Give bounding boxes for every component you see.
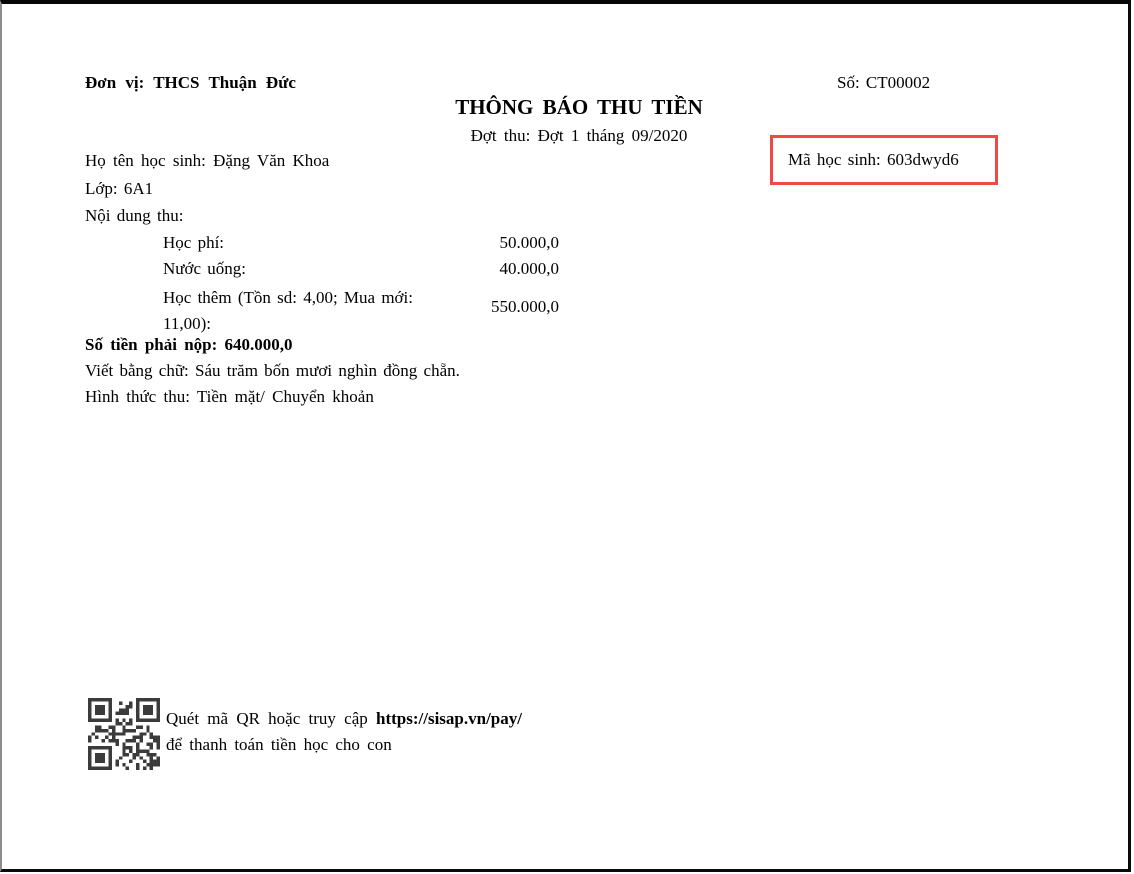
payment-instructions: Quét mã QR hoặc truy cập https://sisap.v… (166, 706, 586, 758)
qr-code-icon (88, 698, 160, 770)
payment-link[interactable]: https://sisap.vn/pay/ (376, 709, 522, 728)
fee-item-label: Học phí: (163, 233, 225, 252)
fee-item-label: Nước uống: (163, 259, 246, 278)
fees-section-label: Nội dung thu: (85, 206, 184, 225)
fee-item-amount: 50.000,0 (499, 233, 560, 252)
amount-in-words: Viết bằng chữ: Sáu trăm bốn mươi nghìn đ… (85, 361, 460, 380)
instruction-text: Quét mã QR hoặc truy cập (166, 709, 376, 728)
document-page: Đơn vị: THCS Thuận Đức Số: CT00002 THÔNG… (0, 0, 1131, 872)
total-amount-line: Số tiền phải nộp: 640.000,0 (85, 335, 293, 354)
unit-name: Đơn vị: THCS Thuận Đức (85, 73, 296, 92)
document-title: THÔNG BÁO THU TIỀN (455, 95, 703, 119)
student-class: Lớp: 6A1 (85, 179, 154, 198)
payment-method: Hình thức thu: Tiền mặt/ Chuyển khoản (85, 387, 374, 406)
student-code-box: Mã học sinh: 603dwyd6 (770, 135, 998, 185)
instruction-text-line2: để thanh toán tiền học cho con (166, 735, 392, 754)
student-code: Mã học sinh: 603dwyd6 (788, 150, 959, 169)
fee-item-label: Học thêm (Tồn sd: 4,00; Mua mới: 11,00): (163, 288, 413, 333)
fee-item-amount: 40.000,0 (499, 259, 560, 278)
document-number: Số: CT00002 (837, 73, 931, 92)
fee-item-amount: 550.000,0 (491, 297, 559, 316)
student-name: Họ tên học sinh: Đặng Văn Khoa (85, 151, 330, 170)
